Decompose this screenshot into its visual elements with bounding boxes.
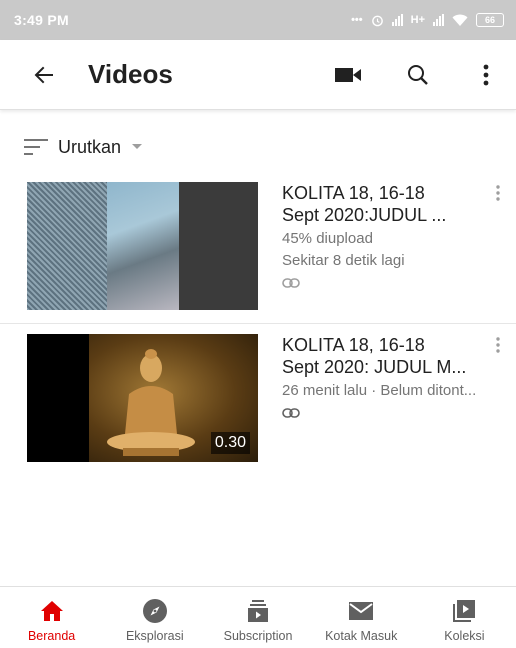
nav-label: Subscription (223, 629, 293, 643)
more-options-button[interactable] (466, 55, 506, 95)
nav-label: Koleksi (444, 629, 485, 643)
video-list-item-uploading[interactable]: KOLITA 18, 16-18 Sept 2020:JUDUL ... 45%… (0, 182, 516, 312)
mail-icon (349, 602, 374, 620)
video-title-line: Sept 2020:JUDUL ... (282, 205, 447, 225)
video-thumbnail[interactable] (27, 182, 258, 310)
search-button[interactable] (398, 55, 438, 95)
thumbnail-segment (27, 182, 107, 310)
home-icon (40, 601, 63, 621)
back-button[interactable] (24, 55, 64, 95)
library-icon (453, 600, 476, 622)
search-icon (408, 64, 428, 85)
status-bar: 3:49 PM ••• H+ 66 (0, 0, 516, 40)
network-type: H+ (410, 14, 425, 26)
thumbnail-segment (107, 182, 179, 310)
signal-icon (391, 14, 403, 26)
link-icon (282, 278, 300, 288)
notification-dots-icon: ••• (351, 14, 363, 26)
thumbnail-segment (179, 182, 258, 310)
sort-label: Urutkan (58, 136, 122, 157)
video-more-button[interactable] (486, 182, 510, 210)
caret-down-icon (132, 144, 143, 149)
nav-item-beranda[interactable]: Beranda (0, 587, 103, 648)
video-title-line: KOLITA 18, 16-18 (282, 335, 425, 355)
upload-time-left: Sekitar 8 detik lagi (282, 252, 405, 269)
upload-video-button[interactable] (328, 55, 368, 95)
video-title-line: Sept 2020: JUDUL M... (282, 357, 467, 377)
nav-label: Kotak Masuk (325, 629, 398, 643)
video-list-item[interactable]: 0.30 KOLITA 18, 16-18 Sept 2020: JUDUL M… (0, 334, 516, 464)
wifi-icon (452, 14, 468, 26)
compass-icon (142, 599, 167, 623)
video-info: KOLITA 18, 16-18 Sept 2020:JUDUL ... 45%… (282, 182, 482, 288)
video-info: KOLITA 18, 16-18 Sept 2020: JUDUL M... 2… (282, 334, 482, 418)
sort-button[interactable]: Urutkan (24, 132, 143, 162)
more-vert-icon (483, 64, 489, 85)
page-title: Videos (88, 59, 173, 89)
upload-progress-text: 45% diupload (282, 230, 373, 247)
status-icons: ••• H+ 66 (351, 13, 504, 27)
divider (0, 323, 516, 324)
nav-item-eksplorasi[interactable]: Eksplorasi (103, 587, 206, 648)
video-title-line: KOLITA 18, 16-18 (282, 183, 425, 203)
video-camera-icon (335, 67, 361, 82)
arrow-left-icon (34, 66, 53, 83)
signal-icon-2 (433, 14, 444, 26)
nav-label: Beranda (27, 629, 76, 643)
nav-item-kotak-masuk[interactable]: Kotak Masuk (310, 587, 413, 648)
nav-label: Eksplorasi (125, 629, 184, 643)
alarm-icon (371, 15, 383, 26)
nav-item-subscription[interactable]: Subscription (206, 587, 309, 648)
video-duration: 0.30 (210, 432, 250, 454)
bottom-navigation: Beranda Eksplorasi Subscription Kotak Ma… (0, 586, 516, 648)
more-vert-icon (496, 185, 500, 201)
video-more-button[interactable] (486, 334, 510, 362)
more-vert-icon (496, 337, 500, 353)
nav-item-koleksi[interactable]: Koleksi (413, 587, 516, 648)
sort-icon (24, 139, 48, 155)
link-icon (282, 408, 300, 418)
app-bar: Videos (0, 40, 516, 110)
video-thumbnail[interactable]: 0.30 (27, 334, 258, 462)
battery-icon: 66 (476, 13, 504, 27)
status-time: 3:49 PM (14, 12, 70, 28)
subscriptions-icon (248, 600, 268, 622)
video-meta: 26 menit lalu · Belum ditont... (282, 382, 477, 399)
